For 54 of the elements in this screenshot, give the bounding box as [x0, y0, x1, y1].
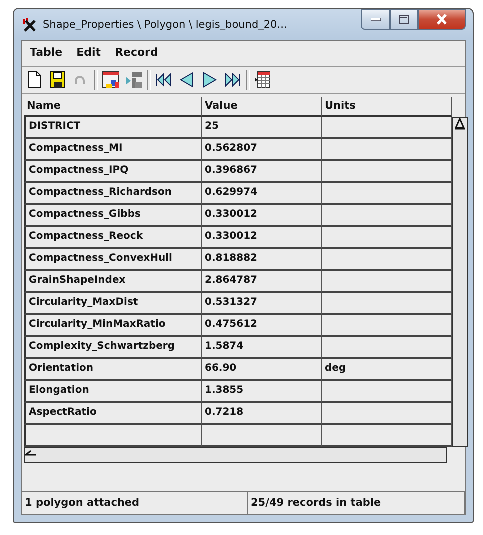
table-cell: Complexity_Schwartzberg [24, 337, 202, 359]
relation-button[interactable] [124, 70, 144, 90]
table-cell: 25 [202, 117, 322, 139]
menu-item[interactable]: Table [30, 46, 63, 61]
undo-icon [74, 75, 88, 85]
table-cell: Circularity_MaxDist [24, 293, 202, 315]
table-cell: 1.3855 [202, 381, 322, 403]
menu-item[interactable]: Edit [76, 46, 102, 61]
table-cell: Compactness_IPQ [24, 161, 202, 183]
table-cell: DISTRICT [24, 117, 202, 139]
status-text: 1 polygon attached [22, 492, 248, 514]
table-cell: 0.562807 [202, 139, 322, 161]
table-cell: AspectRatio [24, 403, 202, 425]
menu-item[interactable]: Record [115, 46, 158, 61]
table-cell: Compactness_Richardson [24, 183, 202, 205]
last-record-button[interactable] [223, 70, 243, 90]
window-title: Shape_Properties \ Polygon \ legis_bound_20... [43, 18, 288, 30]
minimize-icon [370, 18, 380, 22]
table-cell: Compactness_Gibbs [24, 205, 202, 227]
table-grid-button[interactable] [253, 70, 273, 90]
table-cell: Circularity_MinMaxRatio [24, 315, 202, 337]
maximize-button[interactable] [390, 9, 418, 30]
table-cell: GrainShapeIndex [24, 271, 202, 293]
table-cell: 0.475612 [202, 315, 322, 337]
table-cell: 0.330012 [202, 227, 322, 249]
table-cell: Compactness_ConvexHull [24, 249, 202, 271]
table-cell: Compactness_Reock [24, 227, 202, 249]
table-cell: 66.90 [202, 359, 322, 381]
column-header[interactable]: Units [322, 97, 452, 117]
table-cell: 0.330012 [202, 205, 322, 227]
app-logo-icon [21, 16, 39, 32]
table-cell: 0.818882 [202, 249, 322, 271]
table-cell: 0.7218 [202, 403, 322, 425]
table-cell: 0.629974 [202, 183, 322, 205]
horizontal-scrollbar[interactable] [24, 447, 447, 463]
table-view-button[interactable] [101, 70, 121, 90]
save-button[interactable] [48, 70, 68, 90]
vertical-scrollbar[interactable] [452, 117, 468, 447]
first-record-button[interactable] [154, 70, 174, 90]
maximize-icon [399, 15, 409, 24]
close-button[interactable] [418, 9, 466, 30]
scroll-up-icon[interactable] [455, 118, 465, 130]
table-cell: 0.396867 [202, 161, 322, 183]
table-cell: Compactness_MI [24, 139, 202, 161]
table-cell: 2.864787 [202, 271, 322, 293]
table-cell: 0.531327 [202, 293, 322, 315]
column-header[interactable]: Value [202, 97, 322, 117]
table-cell: Orientation [24, 359, 202, 381]
table-cell: 1.5874 [202, 337, 322, 359]
table-cell: Elongation [24, 381, 202, 403]
column-header[interactable]: Name [24, 97, 202, 117]
status-text: 25/49 records in table [248, 492, 465, 514]
minimize-button[interactable] [361, 9, 390, 30]
close-icon [436, 14, 448, 25]
